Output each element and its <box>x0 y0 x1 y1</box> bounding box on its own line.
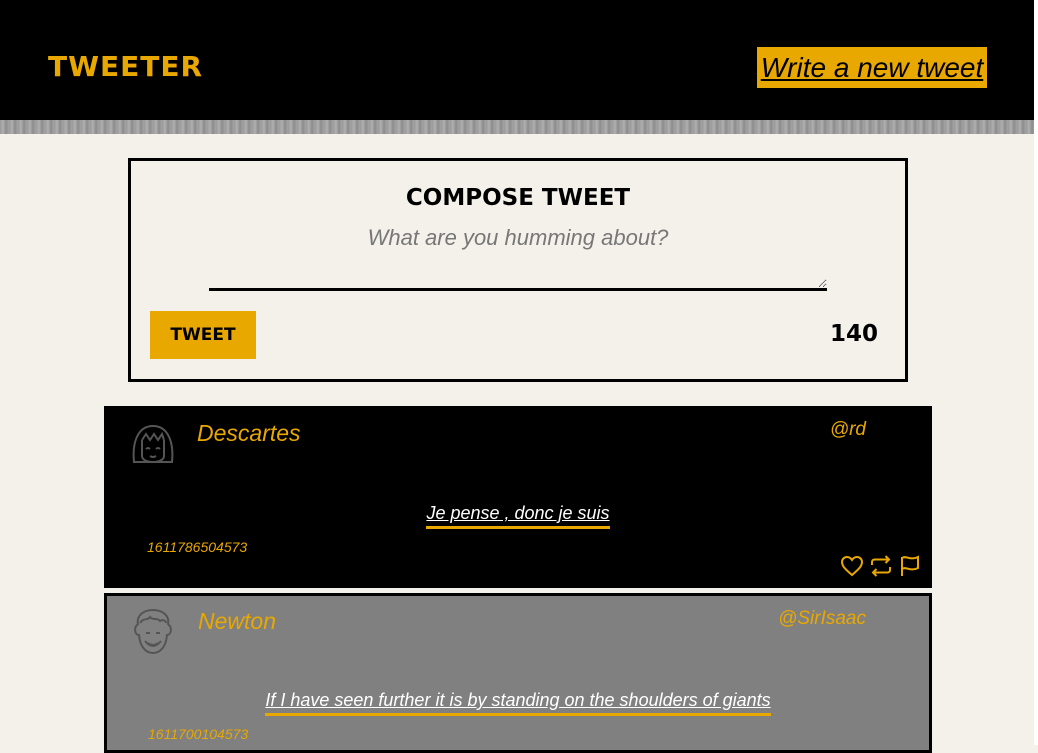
tweet-text: If I have seen further it is by standing… <box>265 690 771 716</box>
tweet-timestamp: 1611786504573 <box>147 539 248 555</box>
tweet-card: Descartes @rd Je pense , donc je suis 16… <box>104 406 932 588</box>
tweet-text-input[interactable] <box>209 225 827 291</box>
tweet-author-handle: @rd <box>829 419 866 440</box>
man-avatar-icon <box>128 607 178 657</box>
tweet-timestamp: 1611700104573 <box>148 726 249 742</box>
brand-logo: TWEETER <box>48 50 204 83</box>
girl-avatar-icon <box>128 420 178 470</box>
tweet-submit-button[interactable]: TWEET <box>150 311 256 359</box>
tweet-text: Je pense , donc je suis <box>426 503 610 529</box>
tweet-author-name: Descartes <box>197 420 301 446</box>
window-edge <box>1034 0 1038 745</box>
write-new-tweet-button[interactable]: Write a new tweet <box>757 47 987 88</box>
tweet-content: Je pense , donc je suis <box>104 503 932 529</box>
top-nav: TWEETER Write a new tweet <box>0 0 1038 120</box>
retweet-icon[interactable] <box>869 554 893 578</box>
tweet-author-handle: @SirIsaac <box>778 608 866 629</box>
compose-title: COMPOSE TWEET <box>405 185 631 211</box>
character-counter: 140 <box>829 321 878 347</box>
flag-icon[interactable] <box>898 554 922 578</box>
tweet-author-name: Newton <box>198 608 276 634</box>
compose-tweet-panel: COMPOSE TWEET TWEET 140 <box>128 158 908 382</box>
tweet-content: If I have seen further it is by standing… <box>107 690 929 716</box>
tweet-card: Newton @SirIsaac If I have seen further … <box>104 593 932 753</box>
nav-divider <box>0 120 1038 134</box>
heart-icon[interactable] <box>840 554 864 578</box>
tweet-actions <box>840 554 922 578</box>
